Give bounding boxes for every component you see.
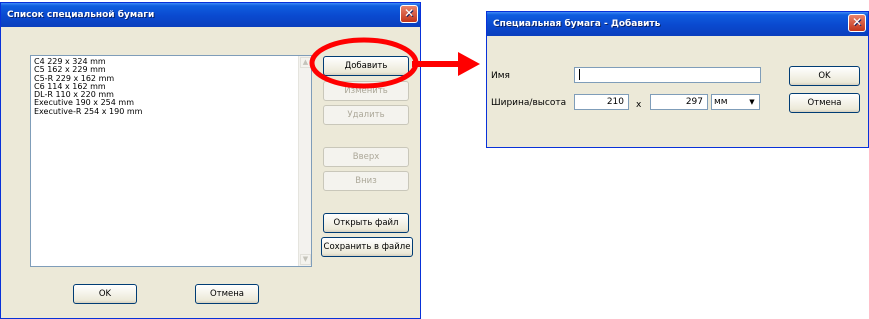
highlight-annotation [309, 37, 480, 89]
arrow-head-icon [458, 52, 480, 76]
highlight-ring [309, 37, 419, 89]
